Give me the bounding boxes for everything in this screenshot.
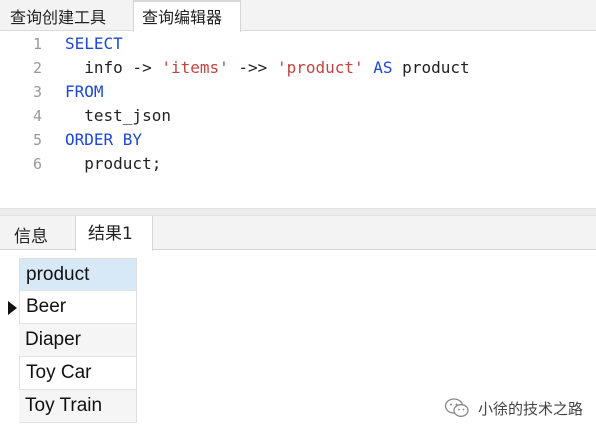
- row-gutter[interactable]: [0, 324, 19, 357]
- line-number: 6: [32, 155, 42, 173]
- code-text: SELECT: [65, 34, 123, 53]
- code-line[interactable]: 5 ORDER BY: [0, 130, 596, 154]
- line-number: 2: [32, 59, 42, 77]
- result-tab-bar: 信息 结果1: [0, 216, 596, 251]
- row-gutter[interactable]: [0, 291, 19, 324]
- code-line[interactable]: 4 test_json: [0, 106, 596, 130]
- code-text: test_json: [65, 106, 171, 125]
- table-cell[interactable]: Toy Car: [19, 357, 137, 390]
- table-row[interactable]: Toy Train: [0, 390, 137, 423]
- line-number: 3: [32, 83, 42, 101]
- sql-string: 'items': [161, 58, 229, 77]
- sql-keyword: AS: [373, 58, 393, 77]
- table-cell[interactable]: Diaper: [19, 324, 137, 357]
- sql-text: ->>: [228, 58, 277, 77]
- line-number: 5: [32, 131, 42, 149]
- sql-keyword: FROM: [65, 82, 104, 101]
- table-row[interactable]: Toy Car: [0, 357, 137, 390]
- line-number: 4: [32, 107, 42, 125]
- sql-text: test_json: [65, 106, 171, 125]
- code-line[interactable]: 3 FROM: [0, 82, 596, 106]
- sql-keyword: ORDER BY: [65, 130, 143, 149]
- tab-result-1[interactable]: 结果1: [75, 216, 153, 251]
- code-line[interactable]: 2 info -> 'items' ->> 'product' AS produ…: [0, 58, 596, 82]
- table-row[interactable]: Diaper: [0, 324, 137, 357]
- row-gutter[interactable]: [0, 390, 19, 423]
- result-grid: product Beer Diaper Toy Car Toy Train: [0, 258, 137, 423]
- line-number: 1: [32, 35, 42, 53]
- sql-editor[interactable]: 1 SELECT 2 info -> 'items' ->> 'product' A…: [0, 32, 596, 210]
- code-line[interactable]: 6 product;: [0, 154, 596, 178]
- sql-string: 'product': [276, 58, 364, 77]
- wechat-icon: [444, 397, 470, 419]
- code-text: ORDER BY: [65, 130, 142, 149]
- row-gutter[interactable]: [0, 357, 19, 390]
- tab-query-editor[interactable]: 查询编辑器: [133, 0, 241, 32]
- table-cell[interactable]: Beer: [19, 291, 137, 324]
- row-gutter: [0, 258, 19, 291]
- sql-text: info ->: [65, 58, 162, 77]
- pane-splitter[interactable]: [0, 208, 596, 216]
- sql-keyword: SELECT: [65, 34, 123, 53]
- current-row-indicator-icon: [8, 301, 17, 315]
- tab-messages[interactable]: 信息: [14, 216, 74, 250]
- code-text: info -> 'items' ->> 'product' AS product: [65, 58, 470, 77]
- sql-text: product: [392, 58, 470, 77]
- code-line[interactable]: 1 SELECT: [0, 34, 596, 58]
- editor-tab-bar: 查询创建工具 查询编辑器: [0, 0, 596, 32]
- table-cell[interactable]: Toy Train: [19, 390, 137, 423]
- table-row[interactable]: Beer: [0, 291, 137, 324]
- sql-text: product;: [65, 154, 162, 173]
- code-text: FROM: [65, 82, 104, 101]
- code-text: product;: [65, 154, 161, 173]
- grid-header-row: product: [0, 258, 137, 291]
- watermark: 小徐的技术之路: [444, 395, 583, 421]
- watermark-text: 小徐的技术之路: [478, 399, 584, 418]
- tab-query-builder[interactable]: 查询创建工具: [10, 0, 132, 31]
- column-header-product[interactable]: product: [19, 258, 137, 291]
